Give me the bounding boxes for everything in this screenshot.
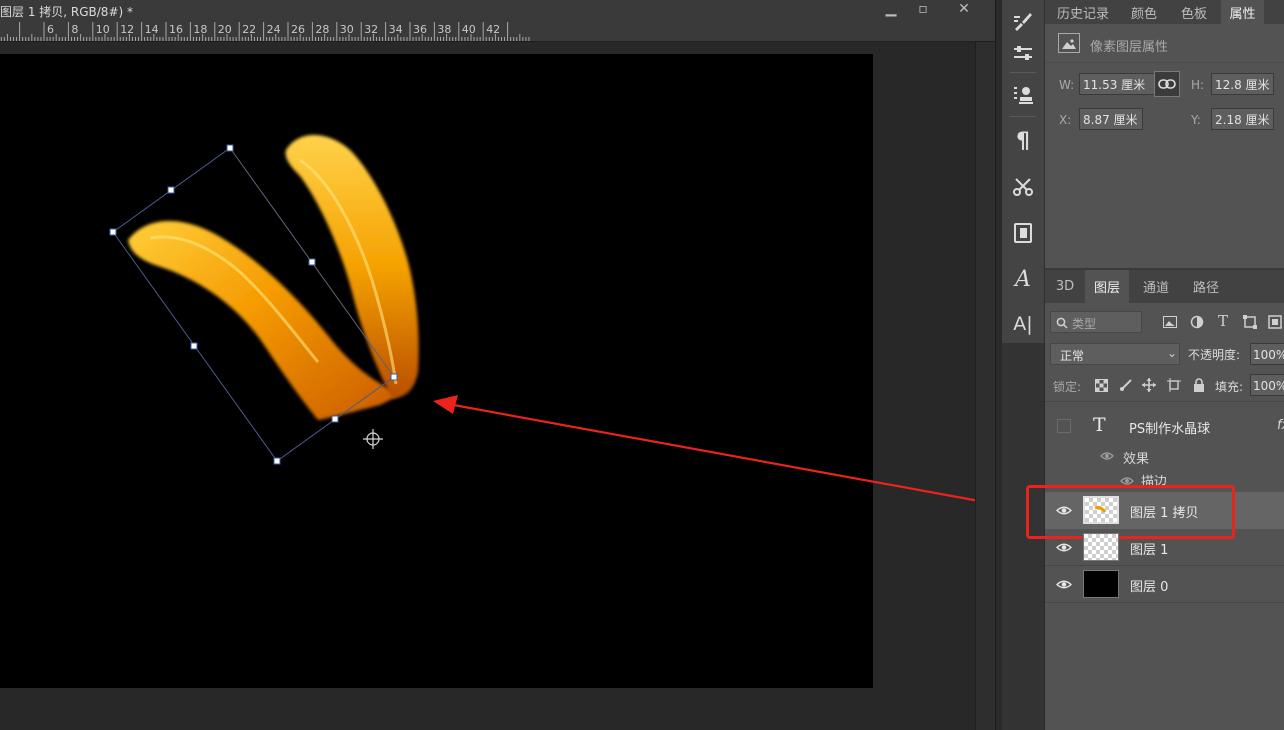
lock-transparent-icon[interactable] bbox=[1092, 376, 1110, 394]
document-vertical-scrollbar[interactable] bbox=[975, 42, 996, 730]
fill-label: 填充: bbox=[1215, 380, 1244, 394]
paragraph-icon[interactable]: ¶ bbox=[1008, 126, 1038, 156]
lock-position-icon[interactable] bbox=[1140, 376, 1158, 394]
layer-filter-select[interactable]: 类型 bbox=[1050, 311, 1142, 333]
tab-color[interactable]: 颜色 bbox=[1121, 0, 1167, 24]
filter-pixel-icon[interactable] bbox=[1161, 313, 1179, 331]
stroke-effect-label[interactable]: 描边 bbox=[1141, 471, 1167, 486]
filter-adjustment-icon[interactable] bbox=[1188, 313, 1206, 331]
tool-separator bbox=[1010, 72, 1036, 73]
opacity-label: 不透明度: bbox=[1188, 348, 1241, 362]
divider bbox=[1045, 62, 1284, 63]
chevron-down-icon: ⌄ bbox=[1167, 346, 1178, 360]
transform-handle[interactable] bbox=[308, 258, 316, 266]
divider bbox=[1045, 602, 1284, 603]
brush-settings-icon[interactable] bbox=[1008, 6, 1038, 36]
lock-all-icon[interactable] bbox=[1190, 376, 1208, 394]
fx-badge[interactable]: fx bbox=[1277, 418, 1284, 433]
tool-presets-icon[interactable] bbox=[1008, 172, 1038, 202]
pixel-layer-icon bbox=[1058, 33, 1080, 53]
opacity-field[interactable]: 100% bbox=[1250, 343, 1284, 365]
transform-handle[interactable] bbox=[331, 415, 339, 423]
blend-mode-select[interactable]: 正常 ⌄ bbox=[1050, 343, 1180, 365]
paragraph-styles-icon[interactable]: A| bbox=[1008, 309, 1038, 339]
lock-artboard-icon[interactable] bbox=[1165, 376, 1183, 394]
height-field[interactable]: 12.8 厘米 bbox=[1211, 73, 1274, 95]
y-field[interactable]: 2.18 厘米 bbox=[1211, 108, 1274, 130]
filter-shape-icon[interactable] bbox=[1241, 313, 1259, 331]
filter-type-icon[interactable]: T bbox=[1214, 312, 1232, 330]
width-label: W: bbox=[1059, 78, 1075, 92]
link-icon bbox=[1158, 79, 1176, 89]
clone-source-icon[interactable] bbox=[1008, 80, 1038, 110]
eye-icon[interactable] bbox=[1100, 450, 1114, 464]
tab-layers[interactable]: 图层 bbox=[1085, 270, 1129, 303]
layers-tab-bar: 3D 图层 通道 路径 bbox=[1045, 268, 1284, 303]
filter-smart-object-icon[interactable] bbox=[1266, 313, 1284, 331]
eye-icon[interactable] bbox=[1055, 579, 1073, 593]
adjust-sliders-icon[interactable] bbox=[1008, 38, 1038, 68]
layer-row[interactable]: 图层 1 bbox=[1045, 529, 1284, 565]
search-icon bbox=[1056, 317, 1068, 329]
tab-properties[interactable]: 属性 bbox=[1221, 0, 1264, 24]
blend-mode-value: 正常 bbox=[1060, 349, 1085, 363]
reference-point-icon[interactable] bbox=[363, 429, 383, 449]
tab-3d[interactable]: 3D bbox=[1049, 270, 1081, 303]
transform-handle[interactable] bbox=[226, 144, 234, 152]
properties-heading: 像素图层属性 bbox=[1090, 40, 1169, 55]
tool-separator bbox=[1010, 116, 1036, 117]
properties-panel: 像素图层属性 W: 11.53 厘米 H: 12.8 厘米 X: 8.87 厘米… bbox=[1045, 24, 1284, 268]
layer-name[interactable]: 图层 1 bbox=[1130, 539, 1168, 558]
layer-name[interactable]: 图层 0 bbox=[1130, 576, 1168, 595]
layer-row-text[interactable]: T PS制作水晶球 fx bbox=[1045, 409, 1284, 445]
tab-channels[interactable]: 通道 bbox=[1133, 270, 1179, 303]
properties-tab-bar: 历史记录 颜色 色板 属性 bbox=[1045, 0, 1284, 24]
flame-artwork bbox=[128, 134, 419, 420]
lock-pixels-icon[interactable] bbox=[1117, 376, 1135, 394]
tab-paths[interactable]: 路径 bbox=[1183, 270, 1229, 303]
x-field[interactable]: 8.87 厘米 bbox=[1079, 108, 1143, 130]
type-layer-icon: T bbox=[1093, 414, 1106, 436]
layer-name[interactable]: PS制作水晶球 bbox=[1129, 418, 1210, 437]
height-label: H: bbox=[1191, 78, 1205, 92]
y-label: Y: bbox=[1191, 113, 1201, 127]
divider bbox=[1045, 401, 1284, 402]
lock-label: 锁定: bbox=[1053, 380, 1082, 394]
tab-history[interactable]: 历史记录 bbox=[1049, 0, 1117, 24]
x-label: X: bbox=[1059, 113, 1072, 127]
layer-thumbnail[interactable] bbox=[1083, 533, 1119, 561]
transform-handle[interactable] bbox=[273, 457, 281, 465]
annotation-arrow bbox=[433, 395, 1013, 509]
transform-handle[interactable] bbox=[167, 186, 175, 194]
glyphs-panel-icon[interactable] bbox=[1008, 218, 1038, 248]
transform-handle[interactable] bbox=[109, 228, 117, 236]
layer-row[interactable]: 图层 0 bbox=[1045, 566, 1284, 602]
character-styles-icon[interactable]: A bbox=[1008, 264, 1038, 294]
layer-thumbnail[interactable] bbox=[1083, 570, 1119, 598]
fill-field[interactable]: 100% bbox=[1250, 374, 1284, 396]
eye-icon[interactable] bbox=[1055, 542, 1073, 556]
tab-swatches[interactable]: 色板 bbox=[1171, 0, 1217, 24]
link-dimensions-button[interactable] bbox=[1154, 71, 1180, 97]
visibility-toggle-off[interactable] bbox=[1057, 419, 1071, 433]
width-field[interactable]: 11.53 厘米 bbox=[1079, 73, 1160, 95]
transform-handle[interactable] bbox=[390, 373, 398, 381]
transform-handle[interactable] bbox=[190, 342, 198, 350]
effects-label[interactable]: 效果 bbox=[1123, 448, 1149, 467]
filter-kind-label: 类型 bbox=[1072, 317, 1097, 331]
